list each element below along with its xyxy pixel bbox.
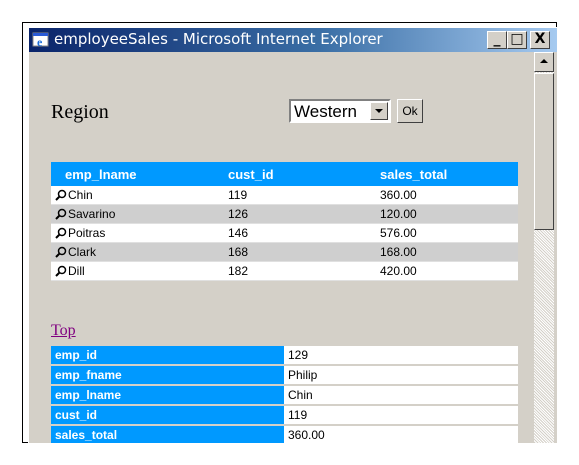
region-select[interactable]: Western — [289, 99, 391, 123]
cust-id-cell: 182 — [224, 261, 376, 281]
column-header-emp-lname: emp_lname — [51, 162, 224, 186]
scroll-up-button[interactable] — [534, 52, 554, 72]
minimize-button[interactable]: _ — [487, 31, 507, 49]
employee-detail-table: emp_id 129 emp_fname Philip emp_lname Ch… — [51, 344, 518, 443]
detail-row: emp_lname Chin — [51, 386, 518, 404]
detail-row: cust_id 119 — [51, 406, 518, 424]
sales-total-cell: 168.00 — [376, 242, 518, 262]
cust-id-cell: 146 — [224, 223, 376, 243]
emp-lname-cell[interactable]: Savarino — [51, 204, 224, 224]
magnifier-icon[interactable] — [55, 246, 67, 258]
magnifier-icon[interactable] — [55, 265, 67, 277]
magnifier-icon[interactable] — [55, 208, 67, 220]
maximize-button[interactable]: □ — [507, 31, 527, 49]
table-row[interactable]: Dill 182 420.00 — [51, 261, 518, 281]
cust-id-cell: 168 — [224, 242, 376, 262]
detail-label: emp_id — [51, 346, 284, 364]
cell-text: Clark — [68, 245, 97, 259]
region-select-value: Western — [294, 102, 357, 121]
cell-text: Dill — [68, 264, 85, 278]
detail-value: Philip — [284, 366, 518, 384]
detail-label: emp_fname — [51, 366, 284, 384]
region-label: Region — [51, 101, 109, 123]
detail-label: sales_total — [51, 426, 284, 443]
magnifier-icon[interactable] — [55, 189, 67, 201]
detail-label: cust_id — [51, 406, 284, 424]
cell-text: Savarino — [68, 207, 116, 221]
top-link[interactable]: Top — [51, 322, 76, 340]
table-header-row: emp_lname cust_id sales_total — [51, 162, 518, 186]
table-row[interactable]: Chin 119 360.00 — [51, 186, 518, 205]
detail-value: Chin — [284, 386, 518, 404]
column-header-cust-id: cust_id — [224, 162, 376, 186]
detail-row: emp_fname Philip — [51, 366, 518, 384]
magnifier-icon[interactable] — [55, 227, 67, 239]
browser-window: e employeeSales - Microsoft Internet Exp… — [28, 27, 557, 443]
vertical-scrollbar[interactable] — [534, 52, 554, 443]
emp-lname-cell[interactable]: Dill — [51, 261, 224, 281]
table-row[interactable]: Savarino 126 120.00 — [51, 204, 518, 224]
column-header-sales-total: sales_total — [376, 162, 518, 186]
window-title: employeeSales - Microsoft Internet Explo… — [54, 30, 383, 48]
detail-value: 360.00 — [284, 426, 518, 443]
cust-id-cell: 126 — [224, 204, 376, 224]
scrollbar-thumb[interactable] — [534, 73, 554, 230]
detail-label: emp_lname — [51, 386, 284, 404]
detail-value: 119 — [284, 406, 518, 424]
table-row[interactable]: Clark 168 168.00 — [51, 242, 518, 262]
sales-total-cell: 120.00 — [376, 204, 518, 224]
detail-value: 129 — [284, 346, 518, 364]
emp-lname-cell[interactable]: Poitras — [51, 223, 224, 243]
ok-button[interactable]: Ok — [397, 99, 423, 123]
detail-row: emp_id 129 — [51, 346, 518, 364]
svg-text:e: e — [37, 35, 43, 49]
sales-total-cell: 420.00 — [376, 261, 518, 281]
sales-total-cell: 576.00 — [376, 223, 518, 243]
emp-lname-cell[interactable]: Chin — [51, 186, 224, 205]
chevron-down-icon[interactable] — [370, 102, 388, 120]
table-row[interactable]: Poitras 146 576.00 — [51, 223, 518, 243]
cell-text: Chin — [68, 188, 93, 202]
title-bar[interactable]: e employeeSales - Microsoft Internet Exp… — [29, 28, 557, 52]
close-button[interactable]: X — [530, 31, 550, 49]
internet-explorer-icon: e — [32, 31, 50, 49]
sales-total-cell: 360.00 — [376, 186, 518, 205]
sales-table: emp_lname cust_id sales_total Chin 119 3… — [51, 162, 518, 281]
cell-text: Poitras — [68, 226, 106, 240]
emp-lname-cell[interactable]: Clark — [51, 242, 224, 262]
cust-id-cell: 119 — [224, 186, 376, 205]
detail-row: sales_total 360.00 — [51, 426, 518, 443]
page-content: Region Western Ok emp_lname cust_id sale… — [31, 52, 534, 443]
